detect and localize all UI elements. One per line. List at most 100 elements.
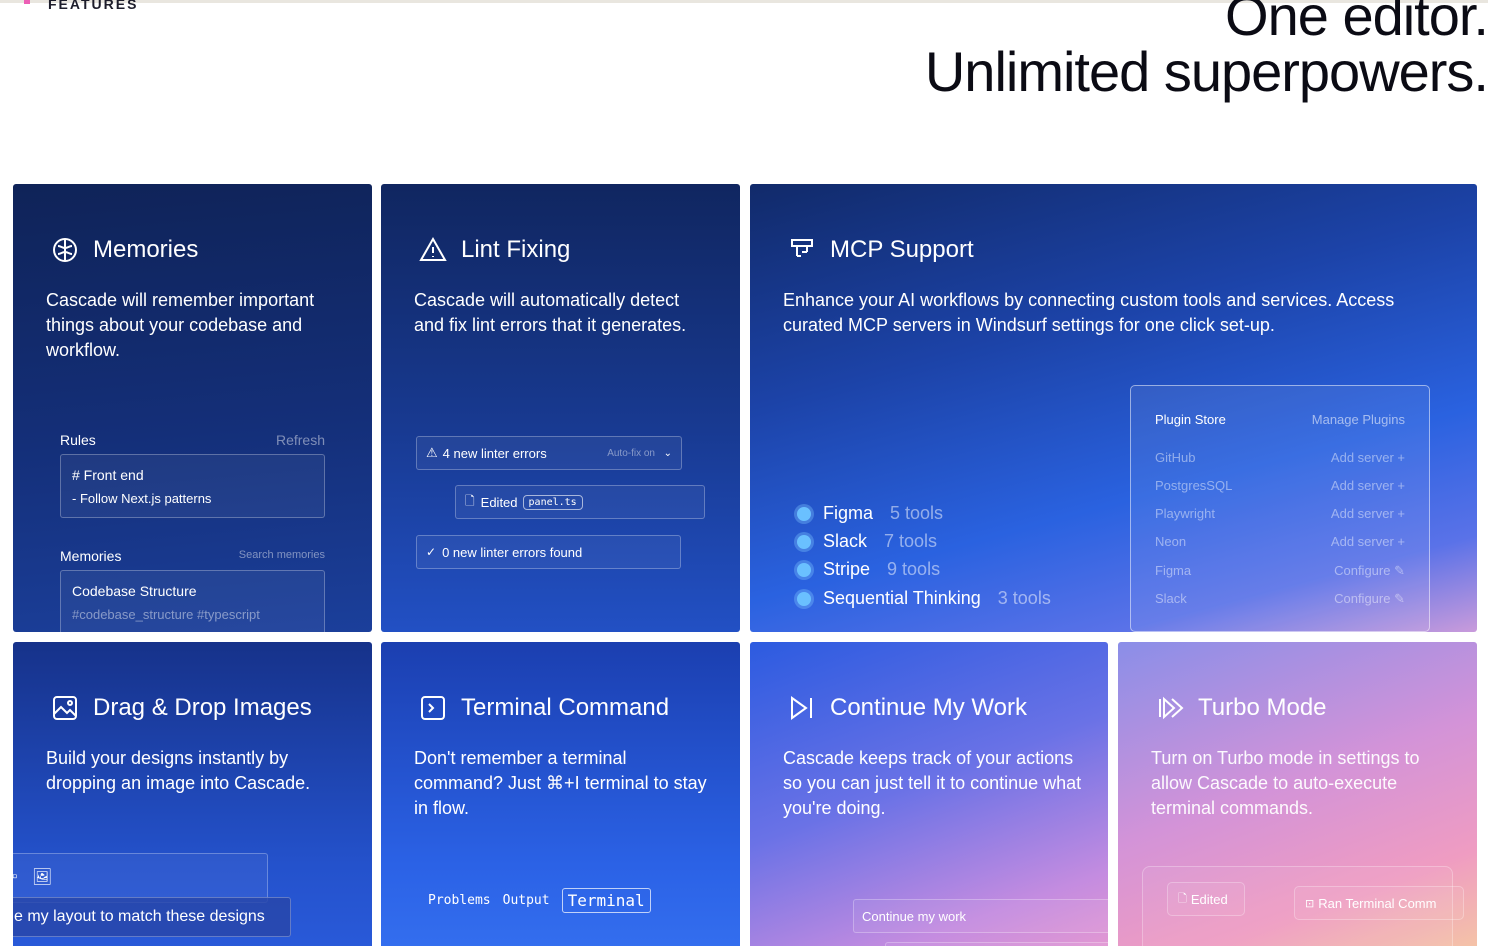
rules-line: # Front end (72, 467, 144, 483)
plugin-name: Neon (1155, 534, 1187, 549)
tool-count: 5 tools (890, 503, 944, 523)
tab-output[interactable]: Output (503, 893, 550, 908)
terminal-icon (421, 696, 445, 720)
file-badge[interactable]: panel.ts (522, 494, 583, 510)
plug-icon (791, 239, 813, 257)
status-dot-icon (797, 591, 811, 606)
plugin-action-configure[interactable]: Configure ✎ (1334, 591, 1405, 607)
image-attachments[interactable]: ▫ 🖼 (13, 853, 268, 903)
skip-forward-icon (791, 696, 812, 720)
store-row: Slack Configure ✎ (1155, 591, 1405, 607)
linter-errors-bar[interactable]: ⚠ 4 new linter errors Auto-fix on ⌄ (416, 436, 682, 470)
card-title-row: Memories (51, 236, 198, 264)
rules-label: Rules (60, 432, 96, 448)
plugin-action[interactable]: Add server + (1331, 478, 1405, 493)
plugin-name: Playwright (1155, 506, 1215, 521)
card-lint-fixing[interactable]: Lint Fixing Cascade will automatically d… (381, 184, 740, 632)
card-title: Terminal Command (461, 694, 670, 721)
check-icon: ✓ (426, 545, 437, 559)
card-description: Cascade keeps track of your actions so y… (783, 748, 1082, 818)
file-icon: 🗋 (465, 493, 475, 508)
plugin-action[interactable]: Add server + (1331, 534, 1405, 549)
tool-count: 9 tools (887, 559, 941, 579)
plugin-action[interactable]: Add server + (1331, 506, 1405, 521)
card-title: Lint Fixing (461, 236, 571, 263)
card-drag-drop-images[interactable]: Drag & Drop Images Build your designs in… (13, 642, 372, 946)
plugin-action-configure[interactable]: Configure ✎ (1334, 563, 1405, 579)
tool-item: Stripe 9 tools (797, 559, 940, 580)
tab-terminal[interactable]: Terminal (561, 888, 651, 913)
store-header: Plugin Store Manage Plugins (1155, 412, 1405, 427)
section-label-text: FEATURES (48, 0, 139, 12)
tool-item: Figma 5 tools (797, 503, 943, 524)
card-continue-my-work[interactable]: Continue My Work Cascade keeps track of … (750, 642, 1108, 946)
continue-button[interactable]: Continue my work (853, 899, 1108, 933)
card-title: Drag & Drop Images (93, 694, 312, 721)
card-title-row: MCP Support (788, 236, 974, 264)
brain-icon (53, 238, 77, 262)
tool-count: 3 tools (997, 588, 1051, 608)
tool-name: Sequential Thinking (823, 588, 981, 608)
card-turbo-mode[interactable]: Turbo Mode Turn on Turbo mode in setting… (1118, 642, 1477, 946)
card-description: Enhance your AI workflows by connecting … (783, 290, 1395, 335)
autofix-label[interactable]: Auto-fix on (607, 448, 655, 459)
ran-terminal-chip[interactable]: ⊡ Ran Terminal Comm (1294, 886, 1464, 920)
card-title: MCP Support (830, 236, 974, 263)
terminal-small-icon: ⊡ (1305, 897, 1315, 910)
next-panel (885, 942, 1108, 946)
card-title: Continue My Work (830, 694, 1027, 721)
status-dot-icon (797, 562, 811, 577)
plugin-action[interactable]: Configure (1334, 591, 1390, 606)
rules-panel[interactable]: # Front end - Follow Next.js patterns (60, 454, 325, 518)
image-thumb-icon[interactable]: 🖼 (32, 867, 52, 887)
linter-errors-label: 4 new linter errors (442, 445, 547, 461)
plugin-name: PostgresSQL (1155, 478, 1233, 493)
image-icon (53, 696, 77, 720)
tool-name: Slack (823, 531, 868, 551)
tab-problems[interactable]: Problems (428, 893, 491, 908)
section-dot (24, 0, 30, 4)
memory-item[interactable]: Codebase Structure #codebase_structure #… (60, 570, 325, 632)
section-label: FEATURES (24, 0, 138, 12)
store-row: Playwright Add server + (1155, 506, 1405, 521)
prompt-input[interactable]: e my layout to match these designs (13, 897, 291, 937)
headline-line2: Unlimited superpowers. (924, 40, 1488, 103)
card-terminal-command[interactable]: Terminal Command Don't remember a termin… (381, 642, 740, 946)
card-description: Cascade will remember important things a… (46, 290, 315, 360)
plugin-action[interactable]: Add server + (1331, 450, 1405, 465)
plugin-action[interactable]: Configure (1334, 563, 1390, 578)
pencil-icon: ✎ (1394, 563, 1405, 578)
warning-icon: ⚠ (426, 445, 438, 460)
lint-result-bar: ✓ 0 new linter errors found (416, 535, 681, 569)
tool-name: Stripe (823, 559, 871, 579)
edited-file-bar[interactable]: 🗋 Edited panel.ts (455, 485, 705, 519)
image-thumb-icon[interactable]: ▫ (13, 868, 17, 885)
store-row: GitHub Add server + (1155, 450, 1405, 465)
search-memories-link[interactable]: Search memories (239, 549, 325, 561)
refresh-link[interactable]: Refresh (276, 432, 325, 448)
card-title-row: Turbo Mode (1156, 694, 1327, 722)
card-memories[interactable]: Memories Cascade will remember important… (13, 184, 372, 632)
card-description: Turn on Turbo mode in settings to allow … (1151, 748, 1420, 818)
lint-result-label: 0 new linter errors found (442, 544, 583, 560)
card-title-row: Continue My Work (788, 694, 1027, 722)
tool-name: Figma (823, 503, 874, 523)
plugin-store-panel[interactable]: Plugin Store Manage Plugins GitHub Add s… (1130, 385, 1430, 632)
card-title-row: Drag & Drop Images (51, 694, 312, 722)
tool-item: Slack 7 tools (797, 531, 937, 552)
chevron-down-icon[interactable]: ⌄ (664, 448, 672, 459)
tool-count: 7 tools (884, 531, 938, 551)
rules-line: - Follow Next.js patterns (72, 491, 212, 506)
manage-plugins-link[interactable]: Manage Plugins (1312, 412, 1405, 427)
status-dot-icon (797, 506, 811, 521)
card-description: Cascade will automatically detect and fi… (414, 290, 687, 335)
fast-forward-icon (1159, 696, 1184, 720)
edited-label: Edited (480, 494, 518, 510)
card-title-row: Lint Fixing (419, 236, 570, 264)
card-title: Turbo Mode (1198, 694, 1327, 721)
memories-label: Memories (60, 548, 122, 564)
card-title-row: Terminal Command (419, 694, 669, 722)
edited-chip[interactable]: 🗋 Edited (1167, 882, 1245, 916)
card-description: Don't remember a terminal command? Just … (414, 748, 707, 818)
plugin-name: Slack (1155, 591, 1187, 606)
